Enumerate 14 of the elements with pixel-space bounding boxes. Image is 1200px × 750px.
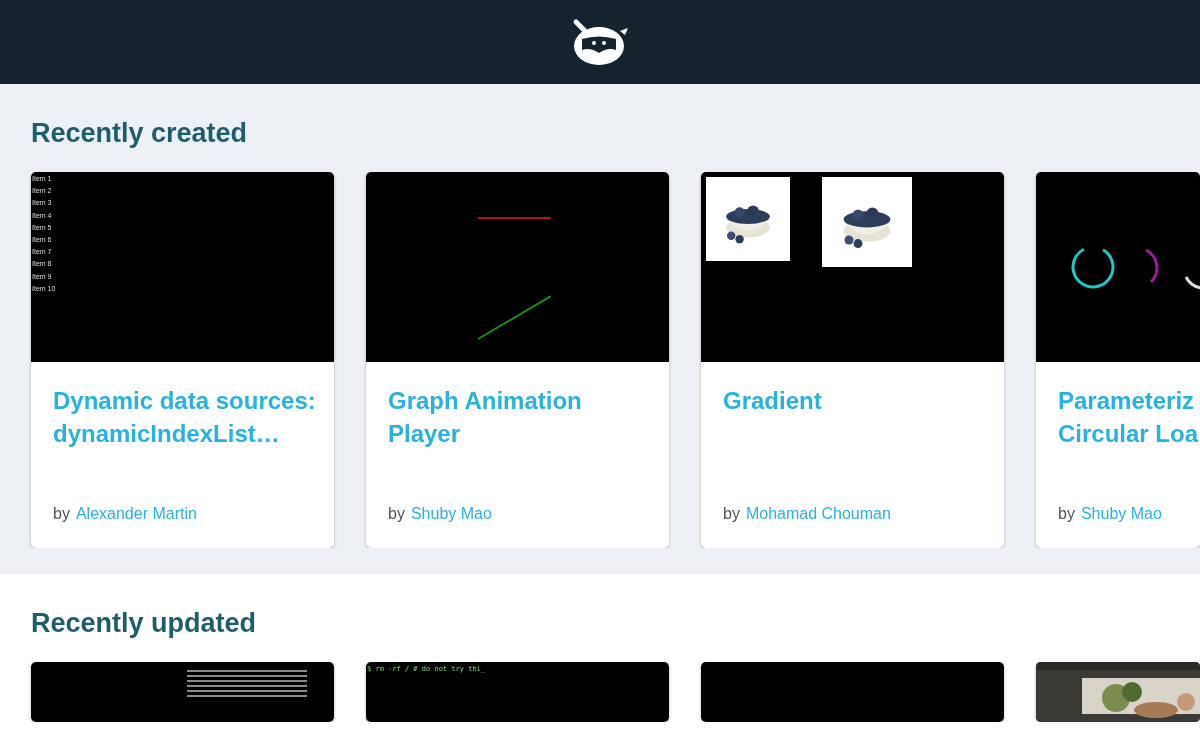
section-heading: Recently updated	[30, 607, 258, 640]
by-label: by	[53, 504, 70, 524]
author-link[interactable]: Mohamad Chouman	[745, 502, 891, 526]
card-title[interactable]: Parameteriz Circular Loa	[1058, 384, 1200, 450]
card-title[interactable]: Dynamic data sources: dynamicIndexList…	[53, 384, 324, 450]
by-label: by	[1058, 504, 1075, 524]
by-label: by	[388, 504, 405, 524]
author-link[interactable]: Alexander Martin	[75, 502, 197, 526]
by-label: by	[723, 504, 740, 524]
card-title[interactable]: Gradient	[723, 384, 994, 417]
card-title[interactable]: Graph Animation Player	[388, 384, 659, 450]
section-heading: Recently created	[30, 117, 249, 150]
author-link[interactable]: Shuby Mao	[1080, 502, 1162, 526]
author-link[interactable]: Shuby Mao	[410, 502, 492, 526]
